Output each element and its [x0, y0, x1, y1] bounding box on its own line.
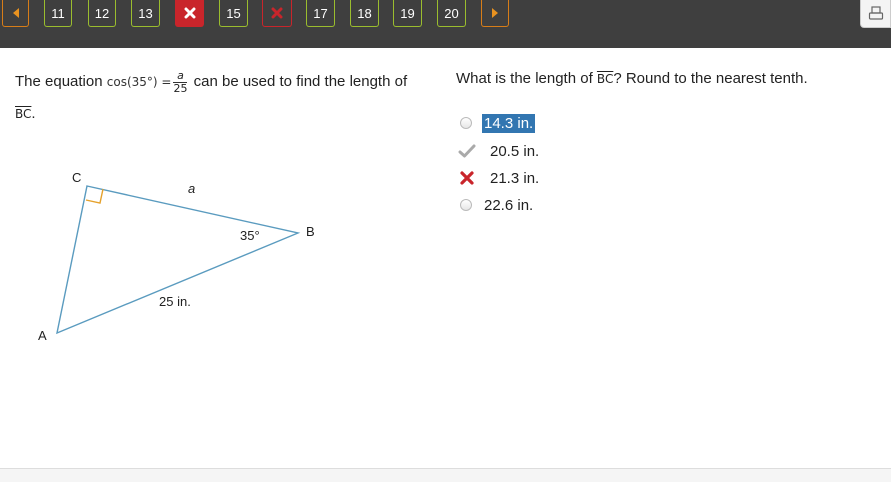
radio-button[interactable]	[460, 199, 472, 211]
answer-option-3[interactable]: 21.3 in.	[456, 167, 541, 189]
nav-item-19[interactable]: 19	[393, 0, 422, 27]
radio-button[interactable]	[460, 117, 472, 129]
prev-button[interactable]	[2, 0, 29, 27]
x-icon	[271, 7, 283, 19]
nav-item-20[interactable]: 20	[437, 0, 466, 27]
answer-option-4[interactable]: 22.6 in.	[456, 194, 535, 216]
segment-bc: BC	[15, 107, 32, 121]
nav-item-14-wrong[interactable]	[175, 0, 204, 27]
cos-expression: cos(35°) =	[106, 75, 172, 89]
nav-item-12[interactable]: 12	[88, 0, 116, 27]
question-nav-bar: 11 12 13 15 17 18 19 20	[0, 0, 891, 48]
footer-strip	[0, 469, 891, 482]
nav-item-16-wrong[interactable]	[262, 0, 292, 27]
next-button[interactable]	[481, 0, 509, 27]
triangle	[56, 185, 301, 335]
fraction: a 25	[173, 68, 188, 95]
hypotenuse-label: 25 in.	[159, 294, 191, 309]
answer-option-2[interactable]: 20.5 in.	[456, 140, 541, 162]
answer-option-label: 14.3 in.	[482, 113, 536, 133]
right-angle-marker	[85, 188, 104, 204]
right-arrow-icon	[492, 8, 498, 18]
print-button[interactable]	[860, 0, 891, 28]
x-icon	[460, 171, 474, 185]
segment-bc: BC	[596, 72, 614, 86]
nav-item-17[interactable]: 17	[306, 0, 335, 27]
nav-item-11[interactable]: 11	[44, 0, 72, 27]
question-prompt: The equation cos(35°) = a 25 can be used t…	[15, 68, 408, 122]
answer-option-label: 21.3 in.	[490, 169, 540, 187]
nav-item-18[interactable]: 18	[350, 0, 379, 27]
check-icon	[458, 144, 476, 158]
answer-option-label: 20.5 in.	[490, 142, 540, 160]
triangle-diagram: C B A a 35° 25 in.	[38, 170, 315, 343]
x-icon	[184, 7, 195, 19]
question-text: What is the length of BC? Round to the n…	[456, 70, 808, 87]
vertex-a-label: A	[38, 328, 47, 343]
print-icon	[868, 5, 883, 20]
angle-b-label: 35°	[240, 228, 260, 243]
vertex-b-label: B	[306, 224, 315, 239]
nav-item-15[interactable]: 15	[219, 0, 248, 27]
side-a-label: a	[188, 181, 195, 196]
answer-option-label: 22.6 in.	[484, 196, 534, 214]
vertex-c-label: C	[72, 170, 81, 185]
nav-item-13[interactable]: 13	[131, 0, 160, 27]
answer-option-1[interactable]: 14.3 in.	[456, 112, 536, 134]
left-arrow-icon	[12, 8, 19, 18]
question-area: The equation cos(35°) = a 25 can be used t…	[0, 48, 891, 468]
